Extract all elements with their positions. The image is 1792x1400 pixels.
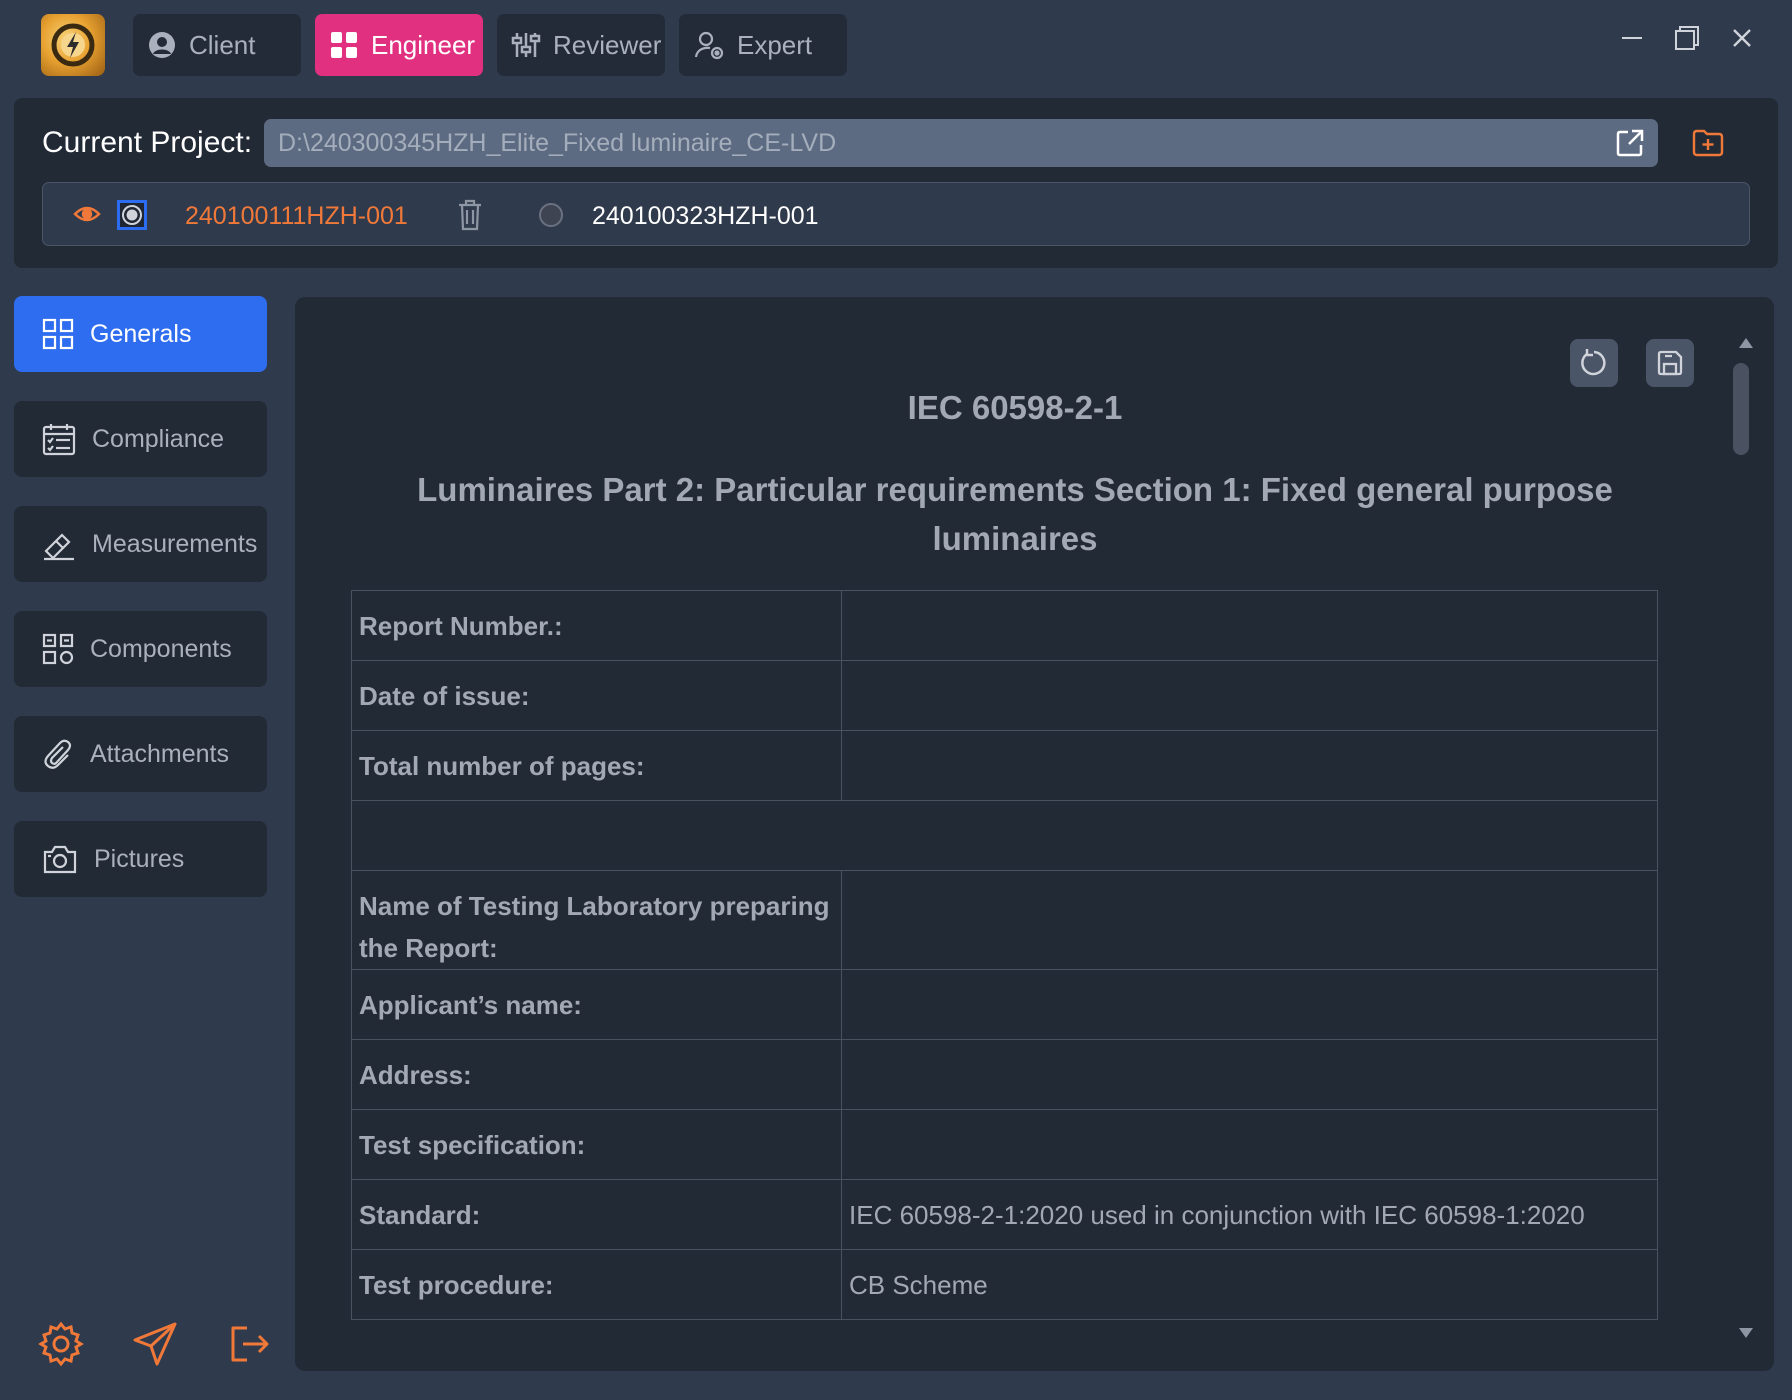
report-radio[interactable]	[539, 203, 563, 227]
row-key: Test specification:	[351, 1109, 842, 1180]
scroll-up-icon[interactable]	[1738, 337, 1754, 349]
sidebar-item-components[interactable]: Components	[14, 611, 267, 687]
user-circle-icon	[149, 32, 175, 58]
row-key: Applicant’s name:	[351, 969, 842, 1040]
components-icon	[42, 633, 74, 665]
report-tab[interactable]: 240100323HZH-001	[592, 202, 819, 231]
folder-add-icon[interactable]	[1690, 125, 1726, 161]
row-key: Name of Testing Laboratory preparing the…	[351, 870, 842, 970]
report-radio-selected[interactable]	[117, 200, 147, 230]
sidebar-item-compliance[interactable]: Compliance	[14, 401, 267, 477]
sidebar-item-measurements[interactable]: Measurements	[14, 506, 267, 582]
table-row: Date of issue:	[351, 660, 1658, 731]
table-row: Standard: IEC 60598-2-1:2020 used in con…	[351, 1179, 1658, 1250]
row-key: Standard:	[351, 1179, 842, 1250]
generals-panel: IEC 60598-2-1 Luminaires Part 2: Particu…	[295, 297, 1774, 1371]
table-row: Report Number.:	[351, 590, 1658, 661]
sidebar-item-label: Generals	[90, 319, 192, 348]
report-tab-active[interactable]: 240100111HZH-001	[185, 202, 408, 231]
report-table: Report Number.: Date of issue: Total num…	[351, 590, 1658, 1320]
current-project-label: Current Project:	[42, 126, 253, 159]
radio-dot-icon	[122, 205, 142, 225]
row-value[interactable]	[841, 660, 1658, 731]
row-value[interactable]: IEC 60598-2-1:2020 used in conjunction w…	[841, 1179, 1658, 1250]
scrollbar[interactable]	[1732, 333, 1758, 1343]
reset-button[interactable]	[1570, 339, 1618, 387]
sliders-icon	[511, 33, 541, 57]
sidebar-item-label: Pictures	[94, 844, 185, 873]
sidebar-item-generals[interactable]: Generals	[14, 296, 267, 372]
role-tab-engineer[interactable]: Engineer	[315, 14, 483, 76]
document-standard: IEC 60598-2-1	[907, 389, 1123, 426]
calendar-check-icon	[42, 424, 76, 456]
row-value[interactable]	[841, 969, 1658, 1040]
save-icon	[1657, 350, 1683, 376]
close-button[interactable]	[1722, 18, 1762, 58]
row-value[interactable]: CB Scheme	[841, 1249, 1658, 1320]
refresh-icon	[1581, 349, 1606, 376]
row-key: Report Number.:	[351, 590, 842, 661]
open-external-icon[interactable]	[1614, 127, 1646, 159]
sidebar-item-label: Attachments	[90, 739, 229, 768]
minimize-icon	[1622, 37, 1642, 39]
user-gear-icon	[694, 31, 724, 60]
camera-icon	[43, 845, 77, 874]
role-tab-label: Expert	[737, 29, 813, 60]
scrollbar-thumb[interactable]	[1733, 363, 1749, 455]
row-value[interactable]	[841, 1039, 1658, 1110]
table-row: Test procedure: CB Scheme	[351, 1249, 1658, 1320]
logout-icon[interactable]	[225, 1320, 273, 1368]
table-row: Test specification:	[351, 1109, 1658, 1180]
restore-button[interactable]	[1667, 18, 1707, 58]
row-value[interactable]	[841, 730, 1658, 801]
trash-icon[interactable]	[457, 199, 483, 231]
report-tabs: 240100111HZH-001 240100323HZH-001	[42, 182, 1750, 246]
sidebar-item-label: Measurements	[92, 529, 258, 558]
row-key: Test procedure:	[351, 1249, 842, 1320]
role-tab-expert[interactable]: Expert	[679, 14, 847, 76]
role-tab-label: Client	[189, 29, 256, 60]
send-icon[interactable]	[131, 1320, 179, 1368]
table-row: Total number of pages:	[351, 730, 1658, 801]
table-row: Name of Testing Laboratory preparing the…	[351, 870, 1658, 970]
role-tab-reviewer[interactable]: Reviewer	[497, 14, 665, 76]
sidebar-item-pictures[interactable]: Pictures	[14, 821, 267, 897]
settings-icon[interactable]	[37, 1320, 85, 1368]
sidebar-item-label: Components	[90, 634, 232, 663]
minimize-button[interactable]	[1612, 18, 1652, 58]
title-bar: Client Engineer Reviewer Expert	[0, 0, 1792, 92]
row-key: Address:	[351, 1039, 842, 1110]
row-value[interactable]	[841, 870, 1658, 970]
role-tab-label: Reviewer	[553, 29, 662, 60]
project-path-field[interactable]: D:\240300345HZH_Elite_Fixed luminaire_CE…	[264, 119, 1658, 167]
save-button[interactable]	[1646, 339, 1694, 387]
paperclip-icon	[44, 739, 72, 769]
table-row: Address:	[351, 1039, 1658, 1110]
table-row: Applicant’s name:	[351, 969, 1658, 1040]
row-key: Date of issue:	[351, 660, 842, 731]
close-icon	[1733, 29, 1751, 47]
sidebar-item-attachments[interactable]: Attachments	[14, 716, 267, 792]
document-title: Luminaires Part 2: Particular requiremen…	[417, 471, 1613, 557]
eye-icon[interactable]	[73, 202, 101, 226]
ruler-pencil-icon	[44, 533, 74, 561]
row-value[interactable]	[841, 1109, 1658, 1180]
row-spacer	[351, 800, 1658, 871]
scroll-down-icon[interactable]	[1738, 1327, 1754, 1339]
role-tab-client[interactable]: Client	[133, 14, 301, 76]
project-path-text: D:\240300345HZH_Elite_Fixed luminaire_CE…	[278, 128, 837, 157]
grid-icon	[42, 318, 74, 350]
role-tab-label: Engineer	[371, 29, 476, 60]
row-value[interactable]	[841, 590, 1658, 661]
restore-icon	[1675, 26, 1699, 50]
grid-icon	[331, 32, 357, 58]
table-row	[351, 800, 1658, 871]
project-panel: Current Project: D:\240300345HZH_Elite_F…	[14, 98, 1778, 268]
sidebar-item-label: Compliance	[92, 424, 225, 453]
row-key: Total number of pages:	[351, 730, 842, 801]
app-logo	[41, 14, 105, 76]
